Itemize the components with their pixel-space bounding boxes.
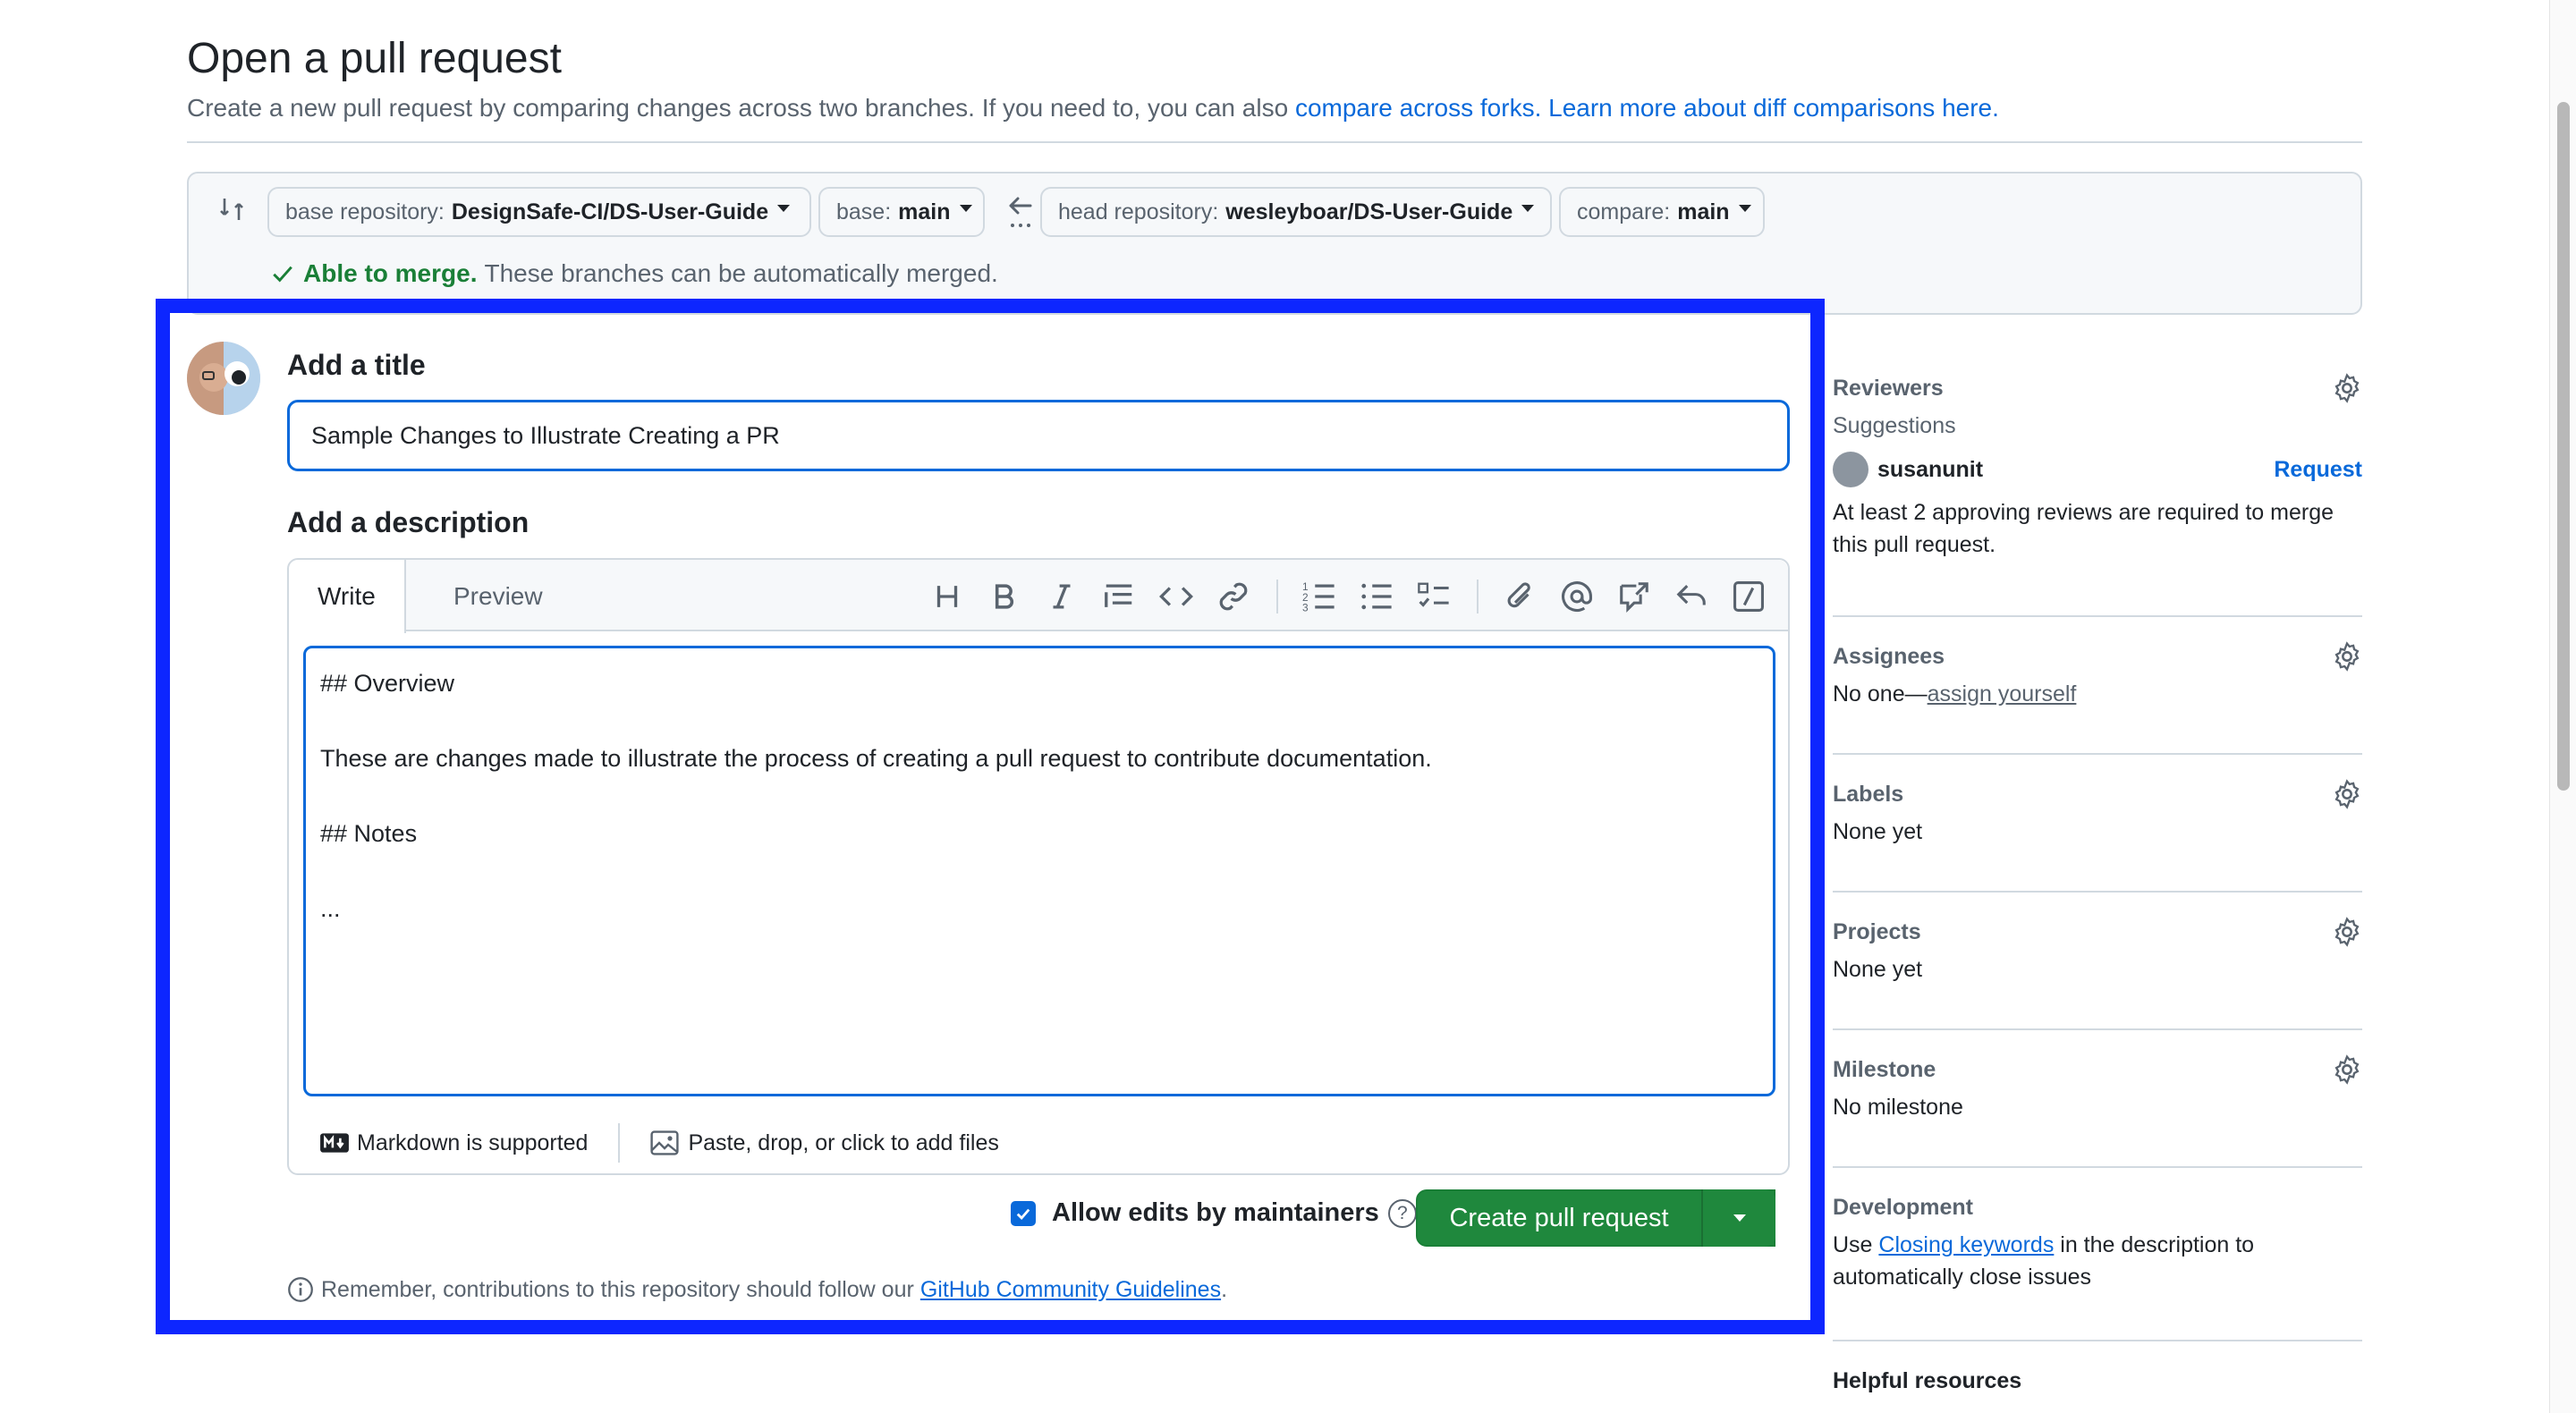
projects-value: None yet [1833, 957, 1923, 982]
sidebar: Reviewers Suggestions susanunit Request … [1833, 367, 2362, 1341]
assignees-section: Assignees No one—assign yourself [1833, 617, 2362, 755]
milestone-value: No milestone [1833, 1095, 1963, 1120]
assign-yourself-link[interactable]: assign yourself [1928, 681, 2077, 706]
labels-heading: Labels [1833, 781, 1904, 807]
subtitle-text: Create a new pull request by comparing c… [187, 94, 1295, 122]
chevron-down-icon [777, 205, 791, 212]
chevron-down-icon [1521, 205, 1535, 212]
base-value: main [898, 199, 951, 224]
assignees-heading: Assignees [1833, 643, 1945, 669]
gear-icon[interactable] [2332, 917, 2362, 947]
avatar [1833, 452, 1868, 487]
learn-more-link[interactable]: Learn more about diff comparisons here. [1548, 94, 1999, 122]
merge-detail-text: These branches can be automatically merg… [484, 259, 998, 287]
gear-icon[interactable] [2332, 1054, 2362, 1085]
merge-ok-text: Able to merge. [303, 259, 478, 287]
page-subtitle: Create a new pull request by comparing c… [187, 94, 1999, 123]
milestone-heading: Milestone [1833, 1056, 1936, 1082]
compare-bar: base repository: DesignSafe-CI/DS-User-G… [187, 172, 2362, 315]
suggestions-label: Suggestions [1833, 413, 1956, 438]
head-repo-value: wesleyboar/DS-User-Guide [1225, 199, 1513, 224]
milestone-section: Milestone No milestone [1833, 1030, 2362, 1168]
reviewers-note: At least 2 approving reviews are require… [1833, 500, 2334, 557]
header-divider [187, 141, 2362, 143]
scrollbar-thumb[interactable] [2557, 102, 2570, 791]
compare-value: main [1677, 199, 1730, 224]
request-review-link[interactable]: Request [2274, 457, 2362, 483]
head-repository-select[interactable]: head repository: wesleyboar/DS-User-Guid… [1040, 187, 1552, 237]
base-repo-value: DesignSafe-CI/DS-User-Guide [451, 199, 769, 224]
suggested-reviewer: susanunit Request [1833, 452, 2362, 487]
reviewer-name: susanunit [1877, 456, 1984, 482]
labels-value: None yet [1833, 819, 1923, 844]
compare-forks-link[interactable]: compare across forks. [1295, 94, 1541, 122]
helpful-resources-heading: Helpful resources [1833, 1368, 2022, 1393]
labels-section: Labels None yet [1833, 755, 2362, 893]
closing-keywords-link[interactable]: Closing keywords [1878, 1232, 2054, 1257]
scrollbar[interactable] [2549, 0, 2576, 1413]
projects-section: Projects None yet [1833, 893, 2362, 1030]
head-repo-label: head repository: [1058, 199, 1219, 224]
chevron-down-icon [959, 205, 972, 212]
base-repository-select[interactable]: base repository: DesignSafe-CI/DS-User-G… [267, 187, 811, 237]
gear-icon[interactable] [2332, 779, 2362, 809]
compare-arrows-icon [220, 199, 243, 220]
development-heading: Development [1833, 1194, 1973, 1220]
gear-icon[interactable] [2332, 641, 2362, 672]
projects-heading: Projects [1833, 918, 1921, 944]
gear-icon[interactable] [2332, 373, 2362, 403]
merge-status: Able to merge. These branches can be aut… [271, 259, 998, 288]
arrow-left-icon [1009, 197, 1032, 227]
base-label: base: [836, 199, 892, 224]
compare-branch-select[interactable]: compare: main [1559, 187, 1765, 237]
reviewers-section: Reviewers Suggestions susanunit Request … [1833, 367, 2362, 617]
dev-prefix: Use [1833, 1232, 1879, 1257]
assignees-prefix: No one— [1833, 681, 1928, 706]
compare-label: compare: [1577, 199, 1671, 224]
check-icon [273, 266, 292, 283]
base-repo-label: base repository: [285, 199, 445, 224]
highlight-annotation-box [156, 299, 1825, 1334]
reviewers-heading: Reviewers [1833, 375, 1944, 401]
development-section: Development Use Closing keywords in the … [1833, 1168, 2362, 1341]
chevron-down-icon [1738, 205, 1751, 212]
base-branch-select[interactable]: base: main [818, 187, 985, 237]
page-title: Open a pull request [187, 35, 562, 82]
